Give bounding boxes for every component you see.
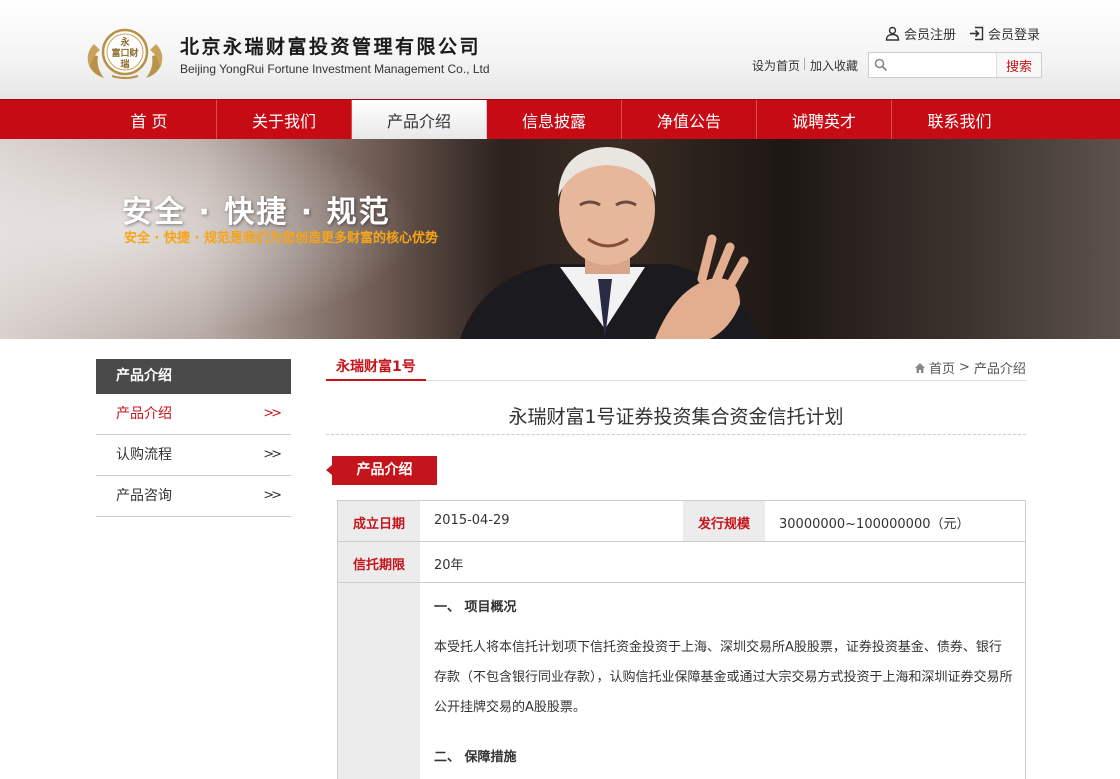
section-tag: 产品介绍 [326, 456, 437, 485]
quick-links-divider [804, 58, 805, 70]
search-icon [874, 58, 888, 72]
nav-item-careers[interactable]: 诚聘英才 [757, 100, 892, 139]
search-button[interactable]: 搜索 [996, 53, 1041, 77]
nav-item-disclosure[interactable]: 信息披露 [487, 100, 622, 139]
banner-subtitle: 安全 · 快捷 · 规范是我们为您创造更多财富的核心优势 [124, 231, 438, 246]
sidebar-item-label: 产品咨询 [116, 488, 172, 504]
term-value: 20年 [434, 558, 464, 573]
double-chevron-right-icon: >> [263, 488, 282, 503]
product-info-table: 成立日期 2015-04-29 发行规模 30000000~100000000（… [337, 500, 1026, 779]
double-chevron-right-icon: >> [263, 447, 282, 462]
logo-emblem-text-mid: 富口财 [111, 47, 138, 59]
breadcrumb-current[interactable]: 产品介绍 [974, 358, 1026, 377]
scale-value: 30000000~100000000（元） [779, 517, 970, 532]
table-row-divider [338, 582, 1025, 583]
company-name-en: Beijing YongRui Fortune Investment Manag… [180, 62, 490, 76]
company-name-cn[interactable]: 北京永瑞财富投资管理有限公司 [180, 32, 481, 59]
table-row-divider [338, 541, 1025, 542]
set-home-link[interactable]: 设为首页 [752, 57, 800, 74]
sidebar-item-label: 产品介绍 [116, 406, 172, 422]
login-label: 会员登录 [988, 27, 1041, 43]
scale-label: 发行规模 [697, 517, 750, 532]
search-input[interactable] [891, 55, 995, 75]
sidebar-item-product-consult[interactable]: 产品咨询 >> [96, 476, 291, 517]
user-icon [885, 26, 900, 41]
add-favorite-link[interactable]: 加入收藏 [810, 57, 858, 74]
label-column [338, 501, 420, 779]
sidebar-title: 产品介绍 [96, 359, 291, 394]
banner-title: 安全 · 快捷 · 规范 [122, 195, 391, 230]
main-nav: 首 页 关于我们 产品介绍 信息披露 净值公告 诚聘英才 联系我们 [0, 99, 1120, 139]
nav-item-about[interactable]: 关于我们 [217, 100, 352, 139]
page-title: 永瑞财富1号证券投资集合资金信托计划 [508, 406, 844, 428]
home-icon [915, 362, 925, 373]
double-chevron-right-icon: >> [263, 406, 282, 421]
nav-item-contact[interactable]: 联系我们 [892, 100, 1027, 139]
sidebar-item-product-intro[interactable]: 产品介绍 >> [96, 394, 291, 435]
register-label: 会员注册 [904, 27, 957, 43]
register-link[interactable]: 会员注册 [885, 24, 957, 43]
nav-item-home[interactable]: 首 页 [82, 100, 217, 139]
company-logo-emblem[interactable]: 永 富口财 瑞 [82, 24, 168, 80]
term-label: 信托期限 [352, 558, 405, 573]
sidebar-item-subscription-process[interactable]: 认购流程 >> [96, 435, 291, 476]
search-box: 搜索 [868, 52, 1042, 78]
established-label: 成立日期 [352, 517, 405, 532]
hero-banner: 安全 · 快捷 · 规范 安全 · 快捷 · 规范是我们为您创造更多财富的核心优… [0, 139, 1120, 339]
breadcrumb: 首页 > 产品介绍 [914, 358, 1026, 377]
title-divider [326, 434, 1026, 435]
established-value: 2015-04-29 [434, 513, 510, 528]
logo-emblem-text-top: 永 [119, 36, 130, 48]
overview-text: 本受托人将本信托计划项下信托资金投资于上海、深圳交易所A股股票，证券投资基金、债… [434, 640, 1013, 715]
site-header: 永 富口财 瑞 北京永瑞财富投资管理有限公司 Beijing YongRui F… [0, 0, 1120, 99]
login-icon [970, 26, 984, 40]
nav-item-products[interactable]: 产品介绍 [352, 100, 487, 139]
overview-heading: 一、 项目概况 [434, 600, 517, 615]
login-link[interactable]: 会员登录 [969, 24, 1041, 43]
logo-emblem-text-bottom: 瑞 [120, 58, 129, 70]
nav-item-net-value[interactable]: 净值公告 [622, 100, 757, 139]
product-tab[interactable]: 永瑞财富1号 [326, 357, 426, 381]
banner-businessman-illustration [460, 147, 760, 339]
content-header-divider [326, 380, 1026, 381]
breadcrumb-separator: > [959, 360, 970, 375]
guarantee-heading: 二、 保障措施 [434, 750, 517, 765]
sidebar-item-label: 认购流程 [116, 447, 172, 463]
breadcrumb-home[interactable]: 首页 [929, 358, 955, 377]
